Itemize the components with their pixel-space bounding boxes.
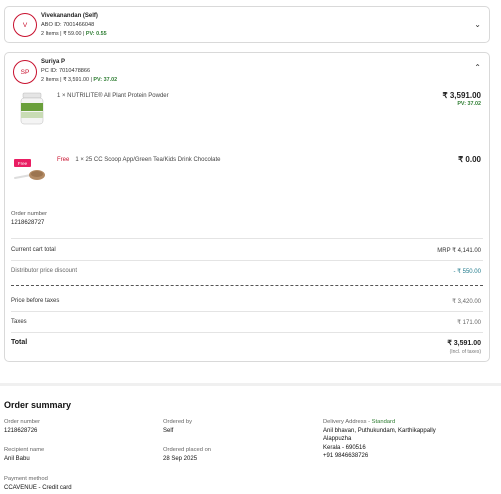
address-line: Anil bhavan, Puthukundam, Karthikappally — [323, 427, 436, 434]
phone-number: +91 9846638726 — [323, 453, 369, 460]
before-taxes-row: Price before taxes ₹ 3,420.00 — [11, 298, 481, 305]
distributor-info: Vivekanandan (Self) ABO ID: 7001466048 2… — [41, 12, 107, 39]
address-line: Alappuzha — [323, 436, 352, 443]
payment-block: Payment method CCAVENUE - Credit card — [4, 475, 72, 492]
chevron-up-icon[interactable]: ⌃ — [474, 63, 481, 72]
product-name: Free 1 × 25 CC Scoop App/Green Tea/Kids D… — [57, 157, 221, 163]
distributor-discount-label: Distributor price discount — [11, 268, 78, 274]
placed-on: 28 Sep 2025 — [163, 455, 198, 462]
abo-id: ABO ID: 7001466048 — [41, 22, 95, 28]
order-number: 1218628727 — [11, 220, 45, 226]
scoop-image — [14, 170, 45, 180]
distributor-meta: 2 Items | ₹ 3,591.00 | PV: 37.02 — [41, 77, 118, 83]
ordered-by: Self — [163, 427, 174, 434]
total-row: Total ₹ 3,591.00 — [11, 339, 481, 347]
taxes-row: Taxes ₹ 171.00 — [11, 319, 481, 326]
product-pv: PV: 37.02 — [457, 101, 481, 107]
ordered-by-block: Ordered by Self — [163, 418, 192, 435]
product-price: ₹ 3,591.00 — [442, 91, 481, 100]
distributor-discount-row: Distributor price discount - ₹ 550.00 — [11, 268, 481, 275]
divider — [11, 238, 483, 239]
order-summary-title: Order summary — [4, 400, 72, 410]
current-cart-label: Current cart total — [11, 247, 56, 253]
distributor-card-self[interactable]: V Vivekanandan (Self) ABO ID: 7001466048… — [4, 6, 490, 43]
order-number: 1218628726 — [4, 427, 38, 434]
delivery-address-label: Delivery Address - Standard — [323, 419, 396, 425]
free-badge: Free — [14, 159, 31, 167]
placed-on-label: Ordered placed on — [163, 447, 212, 453]
current-cart-value: MRP ₹ 4,141.00 — [437, 248, 481, 254]
divider — [11, 260, 483, 261]
recipient-name: Anil Babu — [4, 455, 30, 462]
ordered-by-label: Ordered by — [163, 419, 192, 425]
pv-value: PV: 0.55 — [85, 31, 107, 37]
pv-value: PV: 37.02 — [93, 77, 118, 83]
avatar: SP — [13, 60, 37, 84]
product-price: ₹ 0.00 — [458, 155, 481, 164]
current-cart-row: Current cart total MRP ₹ 4,141.00 — [11, 247, 481, 254]
dashed-divider — [11, 285, 483, 286]
avatar: V — [13, 13, 37, 37]
free-label: Free — [57, 157, 70, 163]
before-taxes-value: ₹ 3,420.00 — [452, 299, 481, 305]
chevron-down-icon[interactable]: ⌄ — [474, 20, 481, 29]
taxes-label: Taxes — [11, 319, 27, 325]
protein-powder-image — [20, 92, 44, 125]
total-label: Total — [11, 339, 28, 346]
distributor-meta: 2 Items | ₹ 59.00 | PV: 0.55 — [41, 31, 107, 37]
product-name: 1 × NUTRILITE® All Plant Protein Powder — [57, 93, 169, 99]
address-line: Kerala - 690516 — [323, 444, 366, 451]
distributor-name: Suriya P — [41, 59, 66, 65]
order-number-block: Order number 1218628726 — [4, 418, 40, 435]
delivery-type: Standard — [371, 419, 396, 425]
taxes-value: ₹ 171.00 — [457, 320, 481, 326]
incl-taxes-note: (Incl. of taxes) — [449, 349, 481, 355]
before-taxes-label: Price before taxes — [11, 298, 60, 304]
payment-label: Payment method — [4, 476, 48, 482]
divider — [11, 332, 483, 333]
order-number-label: Order number — [4, 419, 41, 425]
payment-method: CCAVENUE - Credit card — [4, 484, 72, 491]
distributor-discount-value: - ₹ 550.00 — [453, 269, 481, 275]
order-number-label: Order number — [11, 211, 48, 217]
placed-on-block: Ordered placed on 28 Sep 2025 — [163, 446, 211, 463]
distributor-name: Vivekanandan (Self) — [41, 13, 98, 19]
total-value: ₹ 3,591.00 — [447, 340, 481, 347]
recipient-block: Recipient name Anil Babu — [4, 446, 44, 463]
recipient-label: Recipient name — [4, 447, 45, 453]
delivery-address-block: Delivery Address - Standard Anil bhavan,… — [323, 418, 436, 461]
section-separator — [0, 383, 501, 386]
divider — [11, 311, 483, 312]
distributor-info: Suriya P PC ID: 7010478866 2 Items | ₹ 3… — [41, 58, 117, 85]
distributor-card-suriya: SP Suriya P PC ID: 7010478866 2 Items | … — [4, 52, 490, 362]
pc-id: PC ID: 7010478866 — [41, 68, 91, 74]
